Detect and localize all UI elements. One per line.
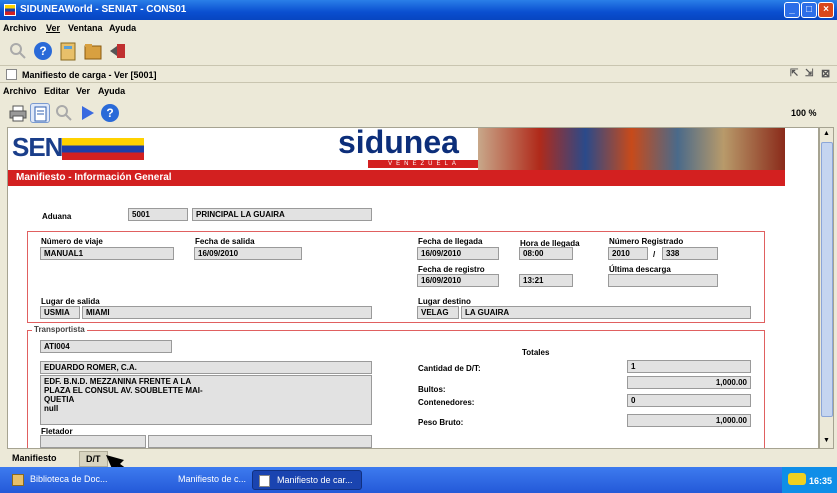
taskbar-item-manifiesto-1[interactable]: Manifiesto de c...	[154, 470, 250, 490]
containers-image	[478, 128, 785, 170]
main-menubar: Archivo Ver Ventana Ayuda	[0, 20, 837, 36]
lugar-salida-label: Lugar de salida	[41, 297, 100, 306]
inner-window-title: Manifiesto de carga - Ver [5001]	[22, 70, 157, 80]
document-icon	[259, 475, 270, 487]
svg-text:?: ?	[106, 106, 113, 120]
scroll-up-icon[interactable]: ▲	[823, 130, 830, 137]
cantidad-dt-field[interactable]: 1	[627, 360, 751, 373]
contenedores-field[interactable]: 0	[627, 394, 751, 407]
bultos-label: Bultos:	[418, 385, 446, 394]
lugar-salida-code-field[interactable]: USMIA	[40, 306, 80, 319]
fecha-llegada-field[interactable]: 16/09/2010	[417, 247, 499, 260]
lugar-destino-code-field[interactable]: VELAG	[417, 306, 459, 319]
maximize-button[interactable]: □	[801, 2, 817, 18]
num-registrado-year-field[interactable]: 2010	[608, 247, 648, 260]
num-viaje-label: Número de viaje	[41, 237, 103, 246]
window-titlebar[interactable]: SIDUNEAWorld - SENIAT - CONS01 _ □ ×	[0, 0, 837, 20]
fecha-llegada-label: Fecha de llegada	[418, 237, 483, 246]
play-icon[interactable]	[77, 103, 97, 123]
ultima-descarga-field[interactable]	[608, 274, 718, 287]
maximize-icon[interactable]: ⇲	[805, 68, 813, 79]
zoom-icon[interactable]	[54, 103, 74, 123]
main-toolbar: ?	[0, 36, 837, 66]
transportista-address-field[interactable]: EDF. B.N.D. MEZZANINA FRENTE A LA PLAZA …	[40, 375, 372, 425]
inner-window-titlebar[interactable]: Manifiesto de carga - Ver [5001] ⇱ ⇲ ⊠	[0, 66, 837, 83]
scroll-thumb[interactable]	[821, 142, 833, 417]
library-icon	[12, 474, 24, 486]
help-icon[interactable]: ?	[33, 41, 53, 61]
taskbar-item-manifiesto-2[interactable]: Manifiesto de car...	[252, 470, 362, 490]
num-registrado-number-field[interactable]: 338	[662, 247, 718, 260]
num-registrado-label: Número Registrado	[609, 237, 684, 246]
restore-icon[interactable]: ⇱	[790, 68, 798, 79]
menu-archivo[interactable]: Archivo	[3, 23, 37, 33]
vertical-scrollbar[interactable]: ▲ ▼	[819, 127, 834, 449]
taskbar: Biblioteca de Doc... Manifiesto de c... …	[0, 467, 837, 493]
document-icon	[6, 69, 17, 80]
seniat-logo: SEN	[12, 132, 145, 163]
inner-menu-ayuda[interactable]: Ayuda	[98, 86, 125, 96]
minimize-button[interactable]: _	[784, 2, 800, 18]
system-tray: 16:35	[782, 467, 837, 493]
app-icon	[4, 4, 16, 16]
transportista-label: Transportista	[32, 325, 87, 334]
aduana-code-field[interactable]: 5001	[128, 208, 188, 221]
fecha-registro-field[interactable]: 16/09/2010	[417, 274, 499, 287]
sidunea-logo: sidunea	[338, 127, 459, 160]
banner: SEN sidunea VENEZUELA	[8, 128, 785, 170]
peso-bruto-field[interactable]: 1,000.00	[627, 414, 751, 427]
inner-menu-ver[interactable]: Ver	[76, 86, 90, 96]
inner-menu-editar[interactable]: Editar	[44, 86, 70, 96]
menu-ver[interactable]: Ver	[46, 23, 60, 33]
peso-bruto-label: Peso Bruto:	[418, 418, 464, 427]
window-title: SIDUNEAWorld - SENIAT - CONS01	[20, 4, 187, 15]
hora-registro-field[interactable]: 13:21	[519, 274, 573, 287]
clock: 16:35	[809, 476, 833, 486]
ultima-descarga-label: Última descarga	[609, 265, 671, 274]
lugar-destino-label: Lugar destino	[418, 297, 471, 306]
search-icon[interactable]	[8, 41, 28, 61]
document-viewport: SEN sidunea VENEZUELA Manifiesto - Infor…	[7, 127, 819, 449]
tab-manifiesto[interactable]: Manifiesto	[12, 453, 57, 463]
fletador-name-field[interactable]	[148, 435, 372, 448]
fecha-salida-field[interactable]: 16/09/2010	[194, 247, 302, 260]
lugar-salida-name-field[interactable]: MIAMI	[82, 306, 372, 319]
print-icon[interactable]	[8, 103, 28, 123]
inner-toolbar: ? 100 %	[0, 99, 837, 127]
hora-llegada-field[interactable]: 08:00	[519, 247, 573, 260]
exit-icon[interactable]	[108, 41, 128, 61]
cantidad-dt-label: Cantidad de D/T:	[418, 364, 481, 373]
aduana-label: Aduana	[42, 212, 72, 221]
section-title: Manifiesto - Información General	[8, 170, 785, 186]
close-button[interactable]: ×	[818, 2, 834, 18]
totales-label: Totales	[522, 348, 550, 357]
inner-menubar: Archivo Editar Ver Ayuda	[0, 83, 837, 99]
fecha-registro-label: Fecha de registro	[418, 265, 485, 274]
menu-ayuda[interactable]: Ayuda	[109, 23, 136, 33]
aduana-name-field[interactable]: PRINCIPAL LA GUAIRA	[192, 208, 372, 221]
close-icon[interactable]: ⊠	[821, 67, 830, 80]
transportista-name-field[interactable]: EDUARDO ROMER, C.A.	[40, 361, 372, 374]
num-registrado-separator: /	[653, 250, 656, 259]
folder-icon[interactable]	[83, 41, 103, 61]
taskbar-item-biblioteca[interactable]: Biblioteca de Doc...	[6, 470, 136, 490]
lugar-destino-name-field[interactable]: LA GUAIRA	[461, 306, 751, 319]
library-icon[interactable]	[58, 41, 78, 61]
fletador-code-field[interactable]	[40, 435, 146, 448]
scroll-down-icon[interactable]: ▼	[823, 437, 830, 444]
help-icon[interactable]: ?	[100, 103, 120, 123]
num-viaje-field[interactable]: MANUAL1	[40, 247, 174, 260]
fecha-salida-label: Fecha de salida	[195, 237, 255, 246]
preview-icon[interactable]	[30, 103, 50, 123]
inner-menu-archivo[interactable]: Archivo	[3, 86, 37, 96]
zoom-level: 100 %	[791, 108, 817, 118]
bultos-field[interactable]: 1,000.00	[627, 376, 751, 389]
key-icon[interactable]	[788, 473, 806, 485]
menu-ventana[interactable]: Ventana	[68, 23, 103, 33]
transportista-code-field[interactable]: ATI004	[40, 340, 172, 353]
svg-text:?: ?	[39, 44, 46, 58]
venezuela-strip: VENEZUELA	[368, 160, 480, 168]
contenedores-label: Contenedores:	[418, 398, 475, 407]
